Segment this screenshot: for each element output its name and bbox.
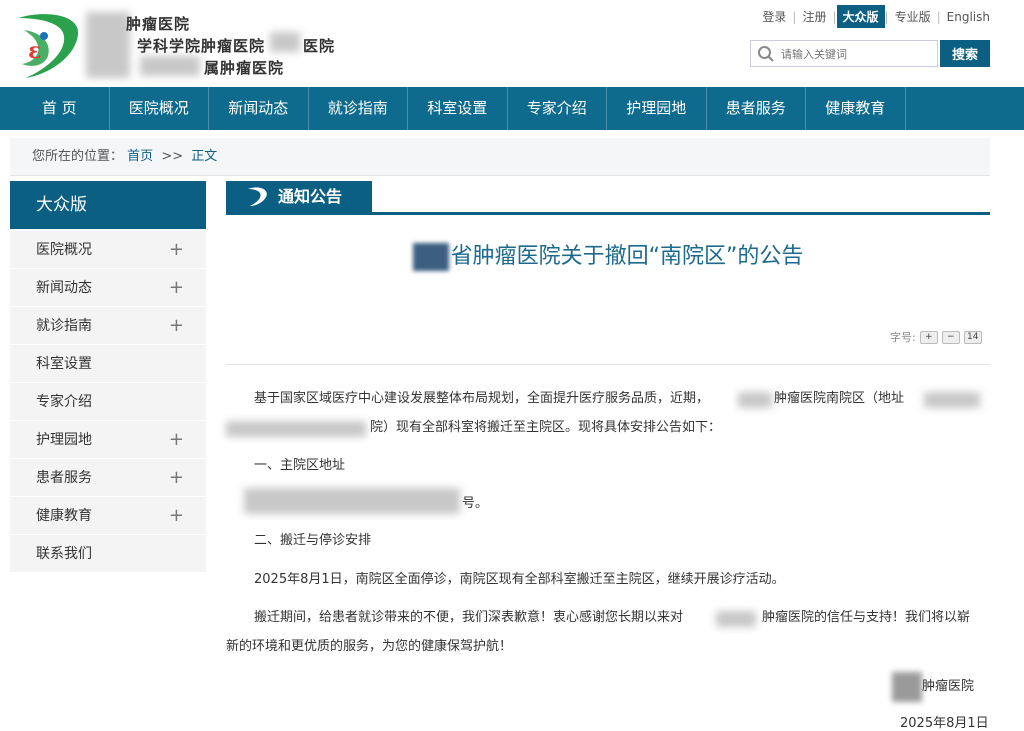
- redacted-name: [412, 243, 449, 271]
- paragraph-2: 院）现有全部科室将搬迁至主院区。现将具体安排公告如下：: [370, 420, 722, 435]
- hospital-name-line-1: 肿瘤医院: [126, 15, 191, 33]
- font-size-label: 字号:: [890, 331, 916, 344]
- redacted-address: [924, 392, 980, 408]
- sidebar-item-label: 医院概况: [36, 242, 92, 258]
- public-version-link[interactable]: 大众版: [836, 5, 885, 28]
- hospital-logo: ε: [14, 8, 84, 80]
- expand-icon[interactable]: +: [169, 307, 184, 345]
- redacted-name: [270, 32, 300, 52]
- sidebar-item-health-education[interactable]: 健康教育 +: [10, 497, 206, 535]
- paragraph-5: 新的环境和更优质的服务，为您的健康保驾护航！: [226, 639, 513, 654]
- redacted-address: [226, 421, 366, 437]
- expand-icon[interactable]: +: [169, 231, 184, 269]
- expand-icon[interactable]: +: [169, 497, 184, 535]
- hospital-name-line-2: 学科学院肿瘤医院: [137, 37, 266, 55]
- sidebar-item-visit-guide[interactable]: 就诊指南 +: [10, 307, 206, 345]
- nav-home[interactable]: 首 页: [10, 87, 110, 130]
- breadcrumb-separator: >>: [161, 149, 184, 164]
- search-box: [750, 40, 938, 67]
- paragraph-3: 2025年8月1日，南院区全面停诊，南院区现有全部科室搬迁至主院区，继续开展诊疗…: [254, 572, 785, 587]
- redacted-name: [716, 611, 756, 627]
- nav-news[interactable]: 新闻动态: [209, 87, 309, 130]
- breadcrumb: 您所在的位置： 首页 >> 正文: [10, 138, 990, 176]
- search-icon: [758, 46, 774, 62]
- sidebar-item-label: 专家介绍: [36, 394, 92, 410]
- sidebar-item-label: 健康教育: [36, 508, 92, 524]
- search-input[interactable]: [779, 44, 933, 64]
- heading-main-campus-address: 一、主院区地址: [254, 458, 346, 473]
- font-decrease-button[interactable]: −: [941, 330, 960, 344]
- main-nav: 首 页 医院概况 新闻动态 就诊指南 科室设置 专家介绍 护理园地 患者服务 健…: [0, 87, 1024, 130]
- article-title-text: 省肿瘤医院关于撤回“南院区”的公告: [450, 244, 804, 269]
- address-tail: 号。: [462, 496, 489, 511]
- notice-divider-bar: [226, 212, 990, 215]
- sidebar-item-news[interactable]: 新闻动态 +: [10, 269, 206, 307]
- login-link[interactable]: 登录: [756, 6, 792, 27]
- professional-version-link[interactable]: 专业版: [889, 6, 937, 27]
- nav-visit-guide[interactable]: 就诊指南: [309, 87, 408, 130]
- redacted-name: [892, 672, 922, 702]
- signature-organization: 肿瘤医院: [922, 679, 975, 694]
- redacted-name: [738, 392, 772, 408]
- paragraph-4b: 肿瘤医院的信任与支持！我们将以崭: [762, 610, 971, 625]
- hospital-name-line-3: 医院: [303, 37, 336, 55]
- sidebar-item-experts[interactable]: 专家介绍: [10, 383, 206, 421]
- font-increase-button[interactable]: +: [919, 330, 938, 344]
- notice-section-tab: 通知公告: [226, 181, 372, 212]
- breadcrumb-current[interactable]: 正文: [191, 149, 217, 164]
- breadcrumb-home-link[interactable]: 首页: [127, 149, 153, 164]
- redacted-name: [140, 56, 200, 76]
- sidebar-item-label: 护理园地: [36, 432, 92, 448]
- notice-logo-icon: [248, 187, 267, 206]
- article-title: 省肿瘤医院关于撤回“南院区”的公告: [226, 238, 990, 271]
- nav-patient-services[interactable]: 患者服务: [707, 87, 806, 130]
- expand-icon[interactable]: +: [169, 459, 184, 497]
- nav-experts[interactable]: 专家介绍: [508, 87, 607, 130]
- nav-nursing[interactable]: 护理园地: [607, 87, 707, 130]
- english-link[interactable]: English: [941, 8, 996, 26]
- sidebar-item-nursing[interactable]: 护理园地 +: [10, 421, 206, 459]
- sidebar-item-label: 患者服务: [36, 470, 92, 486]
- content-divider: [226, 364, 990, 365]
- sidebar-item-label: 就诊指南: [36, 318, 92, 334]
- paragraph-1b: 肿瘤医院南院区（地址: [774, 391, 905, 406]
- search-button[interactable]: 搜索: [940, 40, 990, 67]
- signature-date: 2025年8月1日: [900, 716, 989, 731]
- paragraph-4a: 搬迁期间，给患者就诊带来的不便，我们深表歉意！衷心感谢您长期以来对: [254, 610, 684, 625]
- redacted-address: [244, 488, 460, 514]
- redacted-logo-text: [86, 12, 130, 78]
- nav-health-education[interactable]: 健康教育: [806, 87, 906, 130]
- sidebar-item-contact[interactable]: 联系我们: [10, 535, 206, 573]
- top-links: 登录 | 注册 | 大众版 | 专业版 | English: [756, 5, 996, 28]
- font-size-controls: 字号: + − 14: [890, 329, 982, 345]
- sidebar-item-patient-services[interactable]: 患者服务 +: [10, 459, 206, 497]
- sidebar-item-label: 联系我们: [36, 546, 92, 562]
- sidebar-item-label: 科室设置: [36, 356, 92, 372]
- breadcrumb-label: 您所在的位置：: [32, 149, 124, 164]
- heading-relocation-arrangement: 二、搬迁与停诊安排: [254, 533, 372, 548]
- sidebar-item-hospital-overview[interactable]: 医院概况 +: [10, 231, 206, 269]
- hospital-name-line-4: 属肿瘤医院: [204, 59, 285, 77]
- expand-icon[interactable]: +: [169, 269, 184, 307]
- font-size-value[interactable]: 14: [963, 330, 982, 344]
- sidebar-title: 大众版: [10, 181, 206, 229]
- register-link[interactable]: 注册: [796, 6, 832, 27]
- nav-hospital-overview[interactable]: 医院概况: [110, 87, 209, 130]
- svg-text:ε: ε: [28, 38, 41, 64]
- sidebar-item-label: 新闻动态: [36, 280, 92, 296]
- notice-section-title: 通知公告: [278, 187, 343, 206]
- nav-departments[interactable]: 科室设置: [408, 87, 508, 130]
- sidebar-item-departments[interactable]: 科室设置: [10, 345, 206, 383]
- paragraph-1a: 基于国家区域医疗中心建设发展整体布局规划，全面提升医疗服务品质，近期，: [254, 391, 710, 406]
- expand-icon[interactable]: +: [169, 421, 184, 459]
- sidebar-menu: 医院概况 + 新闻动态 + 就诊指南 + 科室设置 专家介绍 护理园地 + 患者服务 + …: [10, 231, 206, 573]
